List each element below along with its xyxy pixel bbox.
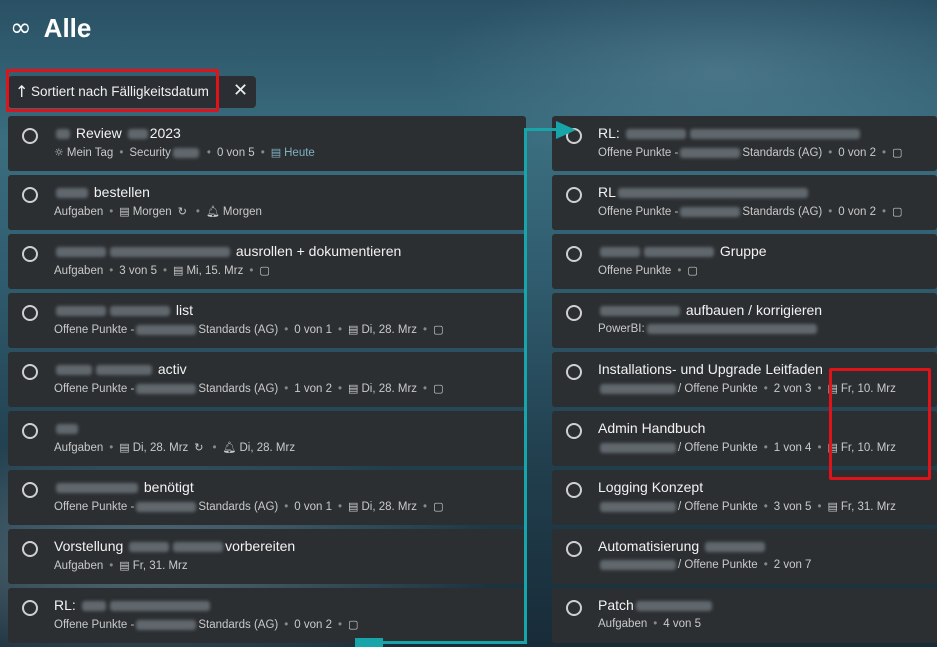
task-meta: ☼ Mein Tag • Security • 0 von 5 • ▤ Heute xyxy=(54,146,315,159)
task-title: Logging Konzept xyxy=(598,479,704,495)
calendar-icon: ▤ xyxy=(119,559,130,572)
task-meta: Offene Punkte - Standards (AG) • 0 von 2 • … xyxy=(598,146,903,159)
task-card[interactable]: Review 2023 ☼ Mein Tag • Security • 0 von 5… xyxy=(8,116,526,171)
task-complete-checkbox[interactable] xyxy=(22,423,38,439)
note-icon: ▢ xyxy=(348,618,359,631)
task-title: RL xyxy=(598,184,810,200)
due-date-highlight-box xyxy=(829,368,931,480)
task-meta: Offene Punkte - Standards (AG) • 0 von 2 • … xyxy=(54,618,359,631)
calendar-icon: ▤ xyxy=(119,441,130,454)
note-icon: ▢ xyxy=(433,323,444,336)
task-meta: PowerBI: xyxy=(598,323,819,335)
calendar-icon: ▤ xyxy=(173,264,184,277)
annotation-arrow-head xyxy=(556,121,576,139)
task-title: Patch xyxy=(598,597,714,613)
note-icon: ▢ xyxy=(892,146,903,159)
task-complete-checkbox[interactable] xyxy=(22,600,38,616)
task-complete-checkbox[interactable] xyxy=(22,541,38,557)
task-card[interactable]: Vorstellung vorbereiten Aufgaben • ▤ Fr, 3… xyxy=(8,529,526,584)
annotation-arrow-line xyxy=(524,128,527,644)
task-meta: Aufgaben • ▤ Morgen ↻ • 🔔︎ Morgen xyxy=(54,205,262,218)
task-card[interactable]: Aufgaben • ▤ Di, 28. Mrz ↻ • 🔔︎ Di, 28. Mrz xyxy=(8,411,526,466)
task-complete-checkbox[interactable] xyxy=(22,364,38,380)
repeat-icon: ↻ xyxy=(177,205,187,218)
task-complete-checkbox[interactable] xyxy=(566,423,582,439)
task-title: activ xyxy=(54,361,187,377)
note-icon: ▢ xyxy=(433,500,444,513)
task-meta: Aufgaben • ▤ Fr, 31. Mrz xyxy=(54,559,188,572)
note-icon: ▢ xyxy=(433,382,444,395)
task-card[interactable]: RL Offene Punkte - Standards (AG) • 0 von … xyxy=(552,175,937,230)
task-title: list xyxy=(54,302,193,318)
page-title: Alle xyxy=(43,12,92,43)
task-complete-checkbox[interactable] xyxy=(22,128,38,144)
task-title: aufbauen / korrigieren xyxy=(598,302,822,318)
task-title: benötigt xyxy=(54,479,194,495)
task-card[interactable]: RL: Offene Punkte - Standards (AG) • 0 von… xyxy=(8,588,526,643)
task-title: Admin Handbuch xyxy=(598,420,706,436)
task-title: bestellen xyxy=(54,184,150,200)
calendar-icon: ▤ xyxy=(348,382,359,395)
sort-highlight-box xyxy=(6,69,219,112)
bell-icon: 🔔︎ xyxy=(222,441,237,454)
note-icon: ▢ xyxy=(259,264,270,277)
task-meta: / Offene Punkte • 3 von 5 • ▤ Fr, 31. Mrz xyxy=(598,500,896,513)
task-title: RL: xyxy=(598,125,862,141)
task-meta: Offene Punkte - Standards (AG) • 0 von 1 • … xyxy=(54,500,444,513)
task-complete-checkbox[interactable] xyxy=(566,541,582,557)
task-card[interactable]: aufbauen / korrigieren PowerBI: xyxy=(552,293,937,348)
task-complete-checkbox[interactable] xyxy=(566,600,582,616)
task-title: Automatisierung xyxy=(598,538,767,554)
task-complete-checkbox[interactable] xyxy=(22,246,38,262)
task-complete-checkbox[interactable] xyxy=(22,187,38,203)
close-icon[interactable]: ✕ xyxy=(233,80,248,101)
task-complete-checkbox[interactable] xyxy=(566,364,582,380)
task-card[interactable]: Patch Aufgaben • 4 von 5 xyxy=(552,588,937,643)
task-title xyxy=(54,420,80,436)
task-meta: Offene Punkte • ▢ xyxy=(598,264,698,277)
task-card[interactable]: RL: Offene Punkte - Standards (AG) • 0 von… xyxy=(552,116,937,171)
bell-icon: 🔔︎ xyxy=(205,205,220,218)
task-title: ausrollen + dokumentieren xyxy=(54,243,401,259)
task-complete-checkbox[interactable] xyxy=(22,305,38,321)
sun-icon: ☼ xyxy=(54,146,64,159)
task-meta: Offene Punkte - Standards (AG) • 0 von 1 • … xyxy=(54,323,444,336)
task-card[interactable]: bestellen Aufgaben • ▤ Morgen ↻ • 🔔︎ Morgen xyxy=(8,175,526,230)
task-complete-checkbox[interactable] xyxy=(566,482,582,498)
task-complete-checkbox[interactable] xyxy=(566,246,582,262)
task-title: Gruppe xyxy=(598,243,767,259)
task-card[interactable]: activ Offene Punkte - Standards (AG) • 1 v… xyxy=(8,352,526,407)
repeat-icon: ↻ xyxy=(194,441,204,454)
task-card[interactable]: Gruppe Offene Punkte • ▢ xyxy=(552,234,937,289)
calendar-icon: ▤ xyxy=(348,323,359,336)
task-meta: Offene Punkte - Standards (AG) • 1 von 2 • … xyxy=(54,382,444,395)
task-title: Vorstellung vorbereiten xyxy=(54,538,296,554)
annotation-arrow-line xyxy=(380,641,527,644)
task-card[interactable]: ausrollen + dokumentieren Aufgaben • 3 vo… xyxy=(8,234,526,289)
note-icon: ▢ xyxy=(892,205,903,218)
task-meta: Aufgaben • 4 von 5 xyxy=(598,618,702,630)
task-meta: Offene Punkte - Standards (AG) • 0 von 2 • … xyxy=(598,205,903,218)
note-icon: ▢ xyxy=(687,264,698,277)
task-title: RL: xyxy=(54,597,212,613)
task-meta: Aufgaben • 3 von 5 • ▤ Mi, 15. Mrz • ▢ xyxy=(54,264,270,277)
task-meta: Aufgaben • ▤ Di, 28. Mrz ↻ • 🔔︎ Di, 28. Mrz xyxy=(54,441,296,454)
calendar-icon: ▤ xyxy=(270,146,282,159)
calendar-icon: ▤ xyxy=(827,500,838,513)
annotation-arrow-start xyxy=(355,638,383,647)
infinity-icon: ∞ xyxy=(10,13,32,43)
list-header: ∞ Alle xyxy=(10,8,91,48)
task-card[interactable]: list Offene Punkte - Standards (AG) • 0 vo… xyxy=(8,293,526,348)
task-card[interactable]: benötigt Offene Punkte - Standards (AG) • … xyxy=(8,470,526,525)
task-title: Installations- und Upgrade Leitfaden xyxy=(598,361,823,377)
task-complete-checkbox[interactable] xyxy=(566,305,582,321)
task-title: Review 2023 xyxy=(54,125,181,141)
task-complete-checkbox[interactable] xyxy=(22,482,38,498)
task-card[interactable]: Automatisierung / Offene Punkte • 2 von 7 xyxy=(552,529,937,584)
calendar-icon: ▤ xyxy=(119,205,130,218)
task-meta: / Offene Punkte • 2 von 7 xyxy=(598,559,811,571)
calendar-icon: ▤ xyxy=(348,500,359,513)
task-complete-checkbox[interactable] xyxy=(566,187,582,203)
